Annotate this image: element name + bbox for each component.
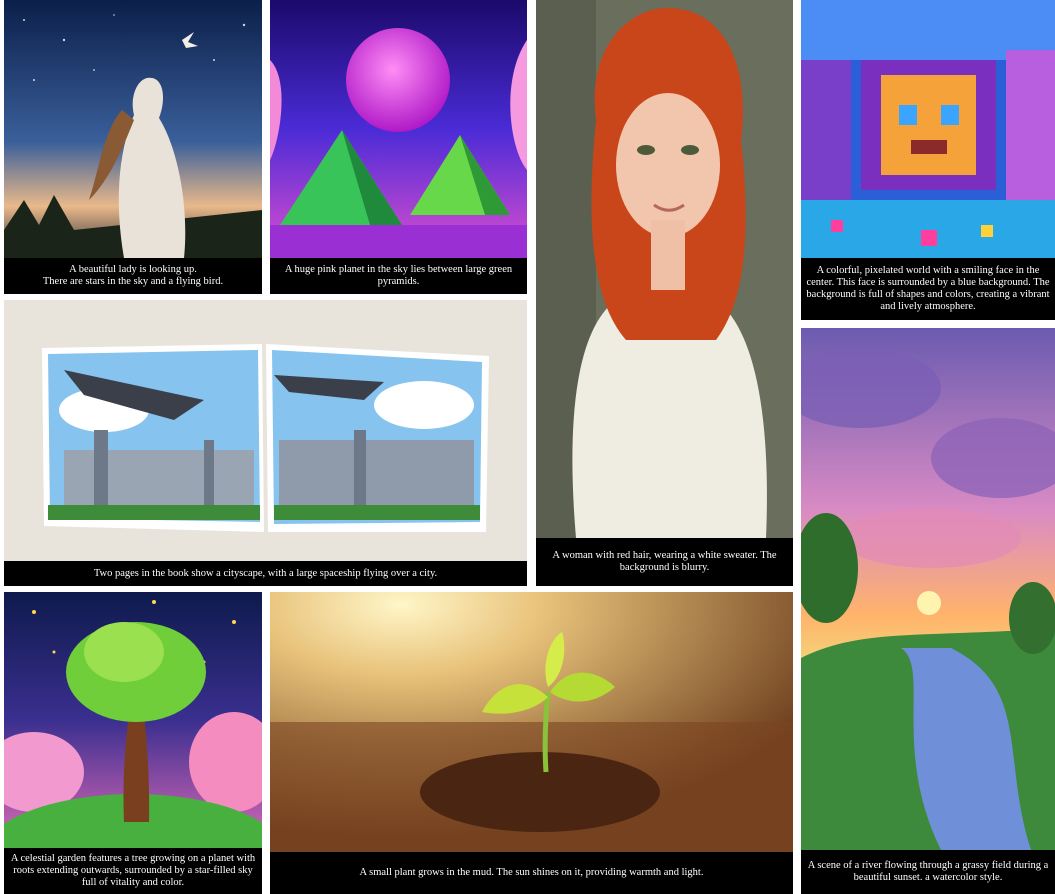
- small-plant-image: [270, 592, 793, 852]
- caption: Two pages in the book show a cityscape, …: [4, 561, 527, 586]
- image-tile-pixel-world: A colorful, pixelated world with a smili…: [801, 0, 1055, 320]
- caption: A beautiful lady is looking up. There ar…: [4, 258, 262, 294]
- red-hair-woman-image: [536, 0, 793, 538]
- image-tile-book-cityscape: Two pages in the book show a cityscape, …: [4, 300, 527, 586]
- caption: A small plant grows in the mud. The sun …: [270, 852, 793, 894]
- caption: A celestial garden features a tree growi…: [4, 848, 262, 894]
- caption: A huge pink planet in the sky lies betwe…: [270, 258, 527, 294]
- lady-stars-image: [4, 0, 262, 258]
- book-cityscape-image: [4, 300, 527, 561]
- image-tile-lady-stars: A beautiful lady is looking up. There ar…: [4, 0, 262, 294]
- caption: A colorful, pixelated world with a smili…: [801, 258, 1055, 320]
- celestial-tree-image: [4, 592, 262, 848]
- image-tile-small-plant: A small plant grows in the mud. The sun …: [270, 592, 793, 894]
- image-tile-red-hair-woman: A woman with red hair, wearing a white s…: [536, 0, 793, 586]
- caption: A woman with red hair, wearing a white s…: [536, 538, 793, 586]
- caption: A scene of a river flowing through a gra…: [801, 850, 1055, 894]
- image-tile-celestial-tree: A celestial garden features a tree growi…: [4, 592, 262, 894]
- river-sunset-image: [801, 328, 1055, 850]
- pink-planet-image: [270, 0, 527, 258]
- image-tile-pink-planet: A huge pink planet in the sky lies betwe…: [270, 0, 527, 294]
- pixel-world-image: [801, 0, 1055, 258]
- image-tile-river-sunset: A scene of a river flowing through a gra…: [801, 328, 1055, 894]
